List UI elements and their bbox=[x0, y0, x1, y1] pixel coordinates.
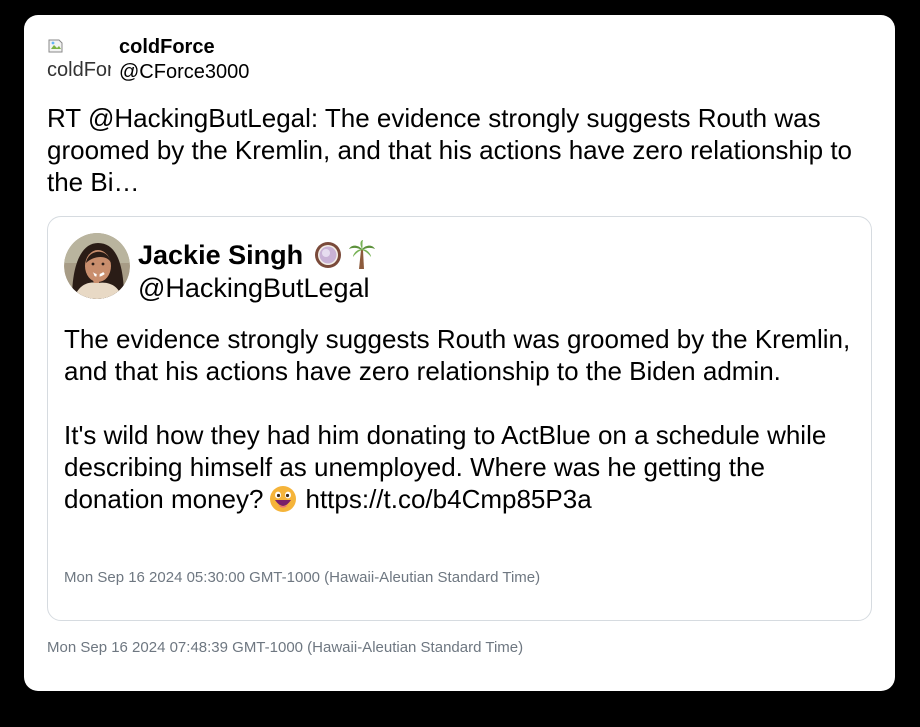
broken-image-icon bbox=[48, 39, 63, 53]
quoted-author-display-name[interactable]: Jackie Singh bbox=[138, 239, 303, 271]
avatar[interactable]: coldForce bbox=[47, 37, 111, 83]
tweet-timestamp: Mon Sep 16 2024 07:48:39 GMT-1000 (Hawai… bbox=[47, 639, 524, 656]
quoted-paragraph-1: The evidence strongly suggests Routh was… bbox=[64, 324, 851, 386]
avatar-photo bbox=[64, 233, 130, 299]
grinning-face-emoji bbox=[270, 486, 297, 512]
author-handle[interactable]: @CForce3000 bbox=[119, 59, 249, 85]
tweet-text: RT @HackingButLegal: The evidence strong… bbox=[47, 103, 853, 197]
quoted-tweet-link[interactable]: https://t.co/b4Cmp85P3a bbox=[305, 484, 591, 514]
quoted-tweet-text: The evidence strongly suggests Routh was… bbox=[64, 323, 854, 515]
quoted-author-names: Jackie Singh @HackingButLegal bbox=[138, 239, 377, 305]
palm-tree-emoji bbox=[349, 240, 376, 269]
author-names: coldForce @CForce3000 bbox=[119, 35, 249, 85]
avatar-alt-text: coldForce bbox=[47, 59, 111, 81]
coconut-emoji bbox=[315, 242, 342, 268]
quoted-tweet[interactable]: Jackie Singh @HackingButLegal The eviden… bbox=[47, 216, 872, 621]
quoted-paragraph-2: It's wild how they had him donating to A… bbox=[64, 419, 854, 515]
quoted-tweet-timestamp: Mon Sep 16 2024 05:30:00 GMT-1000 (Hawai… bbox=[64, 569, 541, 586]
quoted-author-handle[interactable]: @HackingButLegal bbox=[138, 271, 377, 305]
author-display-name[interactable]: coldForce bbox=[119, 35, 249, 59]
quoted-author-avatar[interactable] bbox=[64, 233, 130, 299]
tweet-card: coldForce coldForce @CForce3000 RT @Hack… bbox=[24, 15, 895, 691]
